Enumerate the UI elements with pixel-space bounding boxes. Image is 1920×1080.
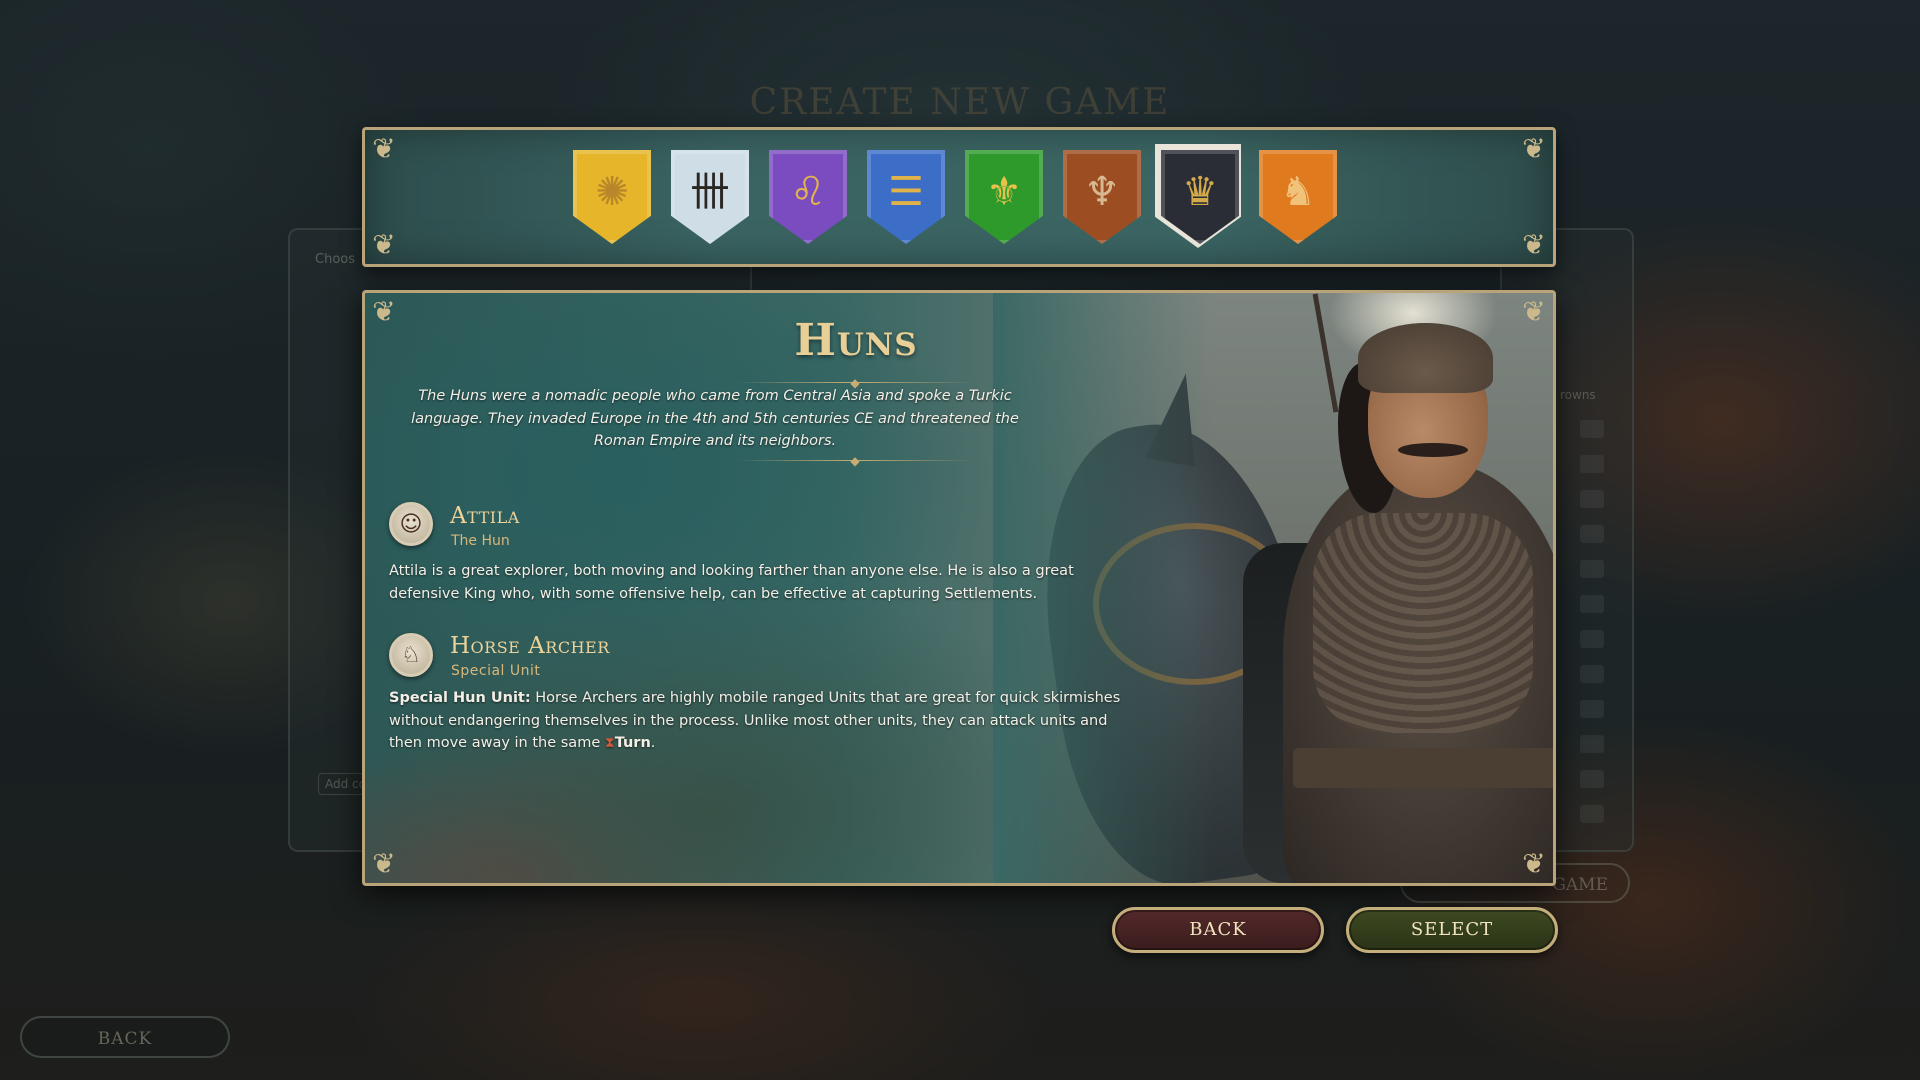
leader-name: Attila — [450, 503, 520, 529]
faction-description: The Huns were a nomadic people who came … — [411, 388, 1019, 449]
eagle-crest-emblem-icon: ♆ — [1084, 169, 1120, 215]
three-lions-crest-emblem-icon: ☰ — [888, 169, 924, 215]
griffin-crest-emblem-icon: ♞ — [1280, 169, 1316, 215]
lion-crest[interactable]: ♌ — [769, 150, 847, 244]
ornament-corner-icon: ❦ — [372, 228, 396, 261]
eagle-crest[interactable]: ♆ — [1063, 150, 1141, 244]
select-button[interactable]: SELECT — [1346, 907, 1558, 953]
background-back-button[interactable]: BACK — [20, 1016, 230, 1058]
faction-crest-option[interactable]: ⚜ — [965, 150, 1043, 244]
background-crowns-label: rowns — [1560, 388, 1596, 402]
faction-crest-option[interactable]: ☰ — [867, 150, 945, 244]
ornament-corner-icon: ❦ — [1522, 132, 1546, 165]
three-lions-crest[interactable]: ☰ — [867, 150, 945, 244]
unit-title: Special Unit — [451, 663, 541, 679]
faction-crest-option[interactable]: ♛ — [1161, 150, 1239, 244]
sun-crest-emblem-icon: ✺ — [595, 169, 629, 215]
turn-icon: ⧗ — [604, 735, 615, 751]
unit-name: Horse Archer — [450, 633, 610, 659]
sun-crest[interactable]: ✺ — [573, 150, 651, 244]
unit-description-prefix: Special Hun Unit: — [389, 690, 531, 706]
fleur-de-lis-crest-emblem-icon: ⚜ — [986, 169, 1022, 215]
faction-crest-option[interactable]: ♞ — [1259, 150, 1337, 244]
faction-detail-panel: ❦ ❦ ❦ ❦ Huns ◆ The Huns were a nomadic p… — [362, 290, 1556, 886]
rune-crest-emblem-icon: 卌 — [690, 169, 730, 215]
turn-label: Turn — [614, 735, 651, 751]
leader-avatar-icon: ☺ — [389, 502, 433, 546]
background-choose-label: Choos — [315, 252, 355, 267]
ornament-corner-icon: ❦ — [372, 295, 396, 328]
double-eagle-crest-emblem-icon: ♛ — [1182, 169, 1218, 215]
unit-description-end: . — [650, 735, 656, 751]
ornament-corner-icon: ❦ — [372, 132, 396, 165]
rune-crest[interactable]: 卌 — [671, 150, 749, 244]
faction-crest-option[interactable]: ♌ — [769, 150, 847, 244]
unit-description: Special Hun Unit: Horse Archers are high… — [389, 687, 1129, 755]
lion-crest-emblem-icon: ♌ — [790, 169, 826, 215]
ornament-corner-icon: ❦ — [1522, 228, 1546, 261]
horse-archer-unit-icon: ♘ — [389, 633, 433, 677]
description-divider-ornament: ◆ — [735, 455, 975, 467]
ornament-corner-icon: ❦ — [1522, 847, 1546, 880]
create-new-game-title: CREATE NEW GAME — [749, 82, 1171, 123]
faction-crest-bar: ❦ ❦ ❦ ❦ ✺ 卌 ♌ ☰ ⚜ ♆ ♛ ♞ — [362, 127, 1556, 267]
back-button[interactable]: BACK — [1112, 907, 1324, 953]
double-eagle-crest[interactable]: ♛ — [1161, 150, 1239, 244]
leader-title: The Hun — [451, 533, 510, 549]
fleur-de-lis-crest[interactable]: ⚜ — [965, 150, 1043, 244]
ornament-corner-icon: ❦ — [372, 847, 396, 880]
leader-description: Attila is a great explorer, both moving … — [389, 563, 1074, 602]
faction-crest-option[interactable]: 卌 — [671, 150, 749, 244]
faction-name: Huns — [794, 315, 918, 366]
faction-crest-option[interactable]: ✺ — [573, 150, 651, 244]
faction-crest-list: ✺ 卌 ♌ ☰ ⚜ ♆ ♛ ♞ — [573, 150, 1337, 244]
faction-crest-option[interactable]: ♆ — [1063, 150, 1141, 244]
ornament-corner-icon: ❦ — [1522, 295, 1546, 328]
griffin-crest[interactable]: ♞ — [1259, 150, 1337, 244]
